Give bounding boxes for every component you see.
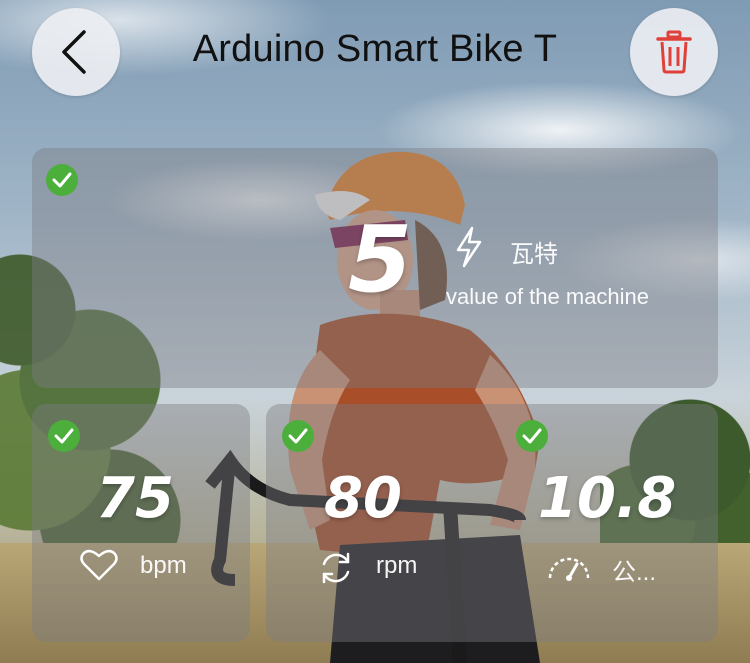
power-unit: 瓦特: [510, 241, 558, 268]
check-icon: [516, 420, 548, 452]
trash-icon: [656, 30, 692, 74]
check-icon: [282, 420, 314, 452]
speed-unit: 公...: [612, 559, 657, 586]
heart-icon: [80, 549, 118, 581]
delete-button[interactable]: [630, 8, 718, 96]
heart-rate-unit: bpm: [140, 552, 187, 579]
speedometer-icon: [548, 557, 590, 581]
check-icon: [46, 164, 78, 196]
power-value: 5: [348, 206, 413, 313]
power-panel[interactable]: 5 瓦特 value of the machine: [32, 148, 718, 388]
refresh-icon: [322, 552, 350, 584]
power-caption: value of the machine: [446, 284, 650, 309]
check-icon: [48, 420, 80, 452]
cadence-value: 80: [324, 466, 402, 531]
lightning-icon: [456, 226, 482, 268]
speed-value: 10.8: [538, 466, 677, 531]
page-title: Arduino Smart Bike T: [192, 28, 558, 70]
back-button[interactable]: [32, 8, 120, 96]
chevron-left-icon: [62, 30, 86, 74]
heart-rate-panel[interactable]: 75 bpm: [32, 404, 250, 642]
cadence-speed-panel[interactable]: 80 rpm 10.8 公...: [266, 404, 718, 642]
heart-rate-value: 75: [96, 466, 174, 531]
cadence-unit: rpm: [376, 552, 418, 579]
